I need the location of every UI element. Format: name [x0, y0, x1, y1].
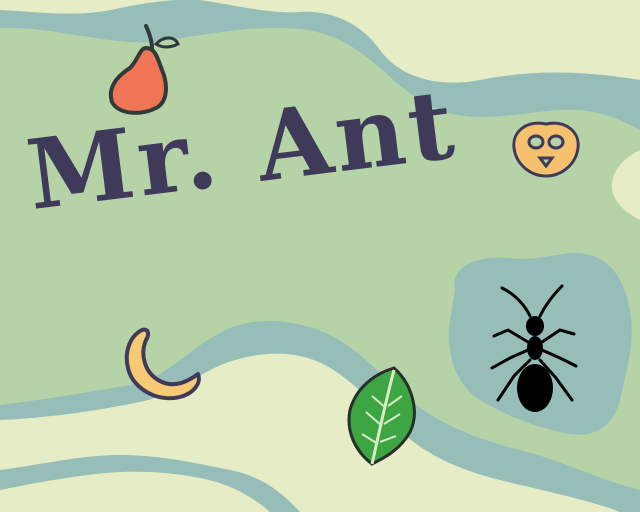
- leaf-icon: [347, 366, 416, 466]
- pear-icon: [108, 24, 180, 115]
- banana-icon: [124, 327, 201, 401]
- background-map: [0, 0, 640, 512]
- title-screen: Mr. Ant: [0, 0, 640, 512]
- ant-icon: [490, 284, 578, 412]
- pretzel-icon: [512, 121, 580, 178]
